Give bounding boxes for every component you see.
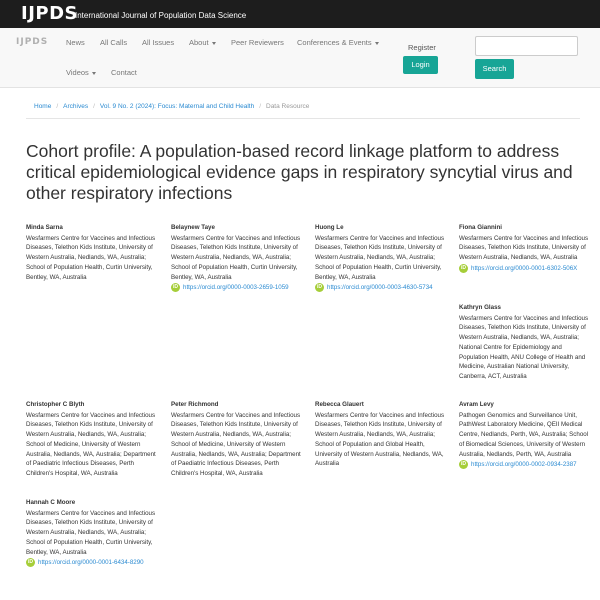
nav-all-calls[interactable]: All Calls	[100, 38, 127, 47]
breadcrumb-separator: /	[259, 103, 261, 110]
journal-name[interactable]: International Journal of Population Data…	[75, 11, 246, 20]
nav-about[interactable]: About	[189, 38, 216, 47]
author-name: Kathryn Glass	[459, 304, 501, 311]
orcid-url: https://orcid.org/0000-0001-6434-8290	[38, 559, 144, 567]
author-affiliation: Wesfarmers Centre for Vaccines and Infec…	[171, 234, 301, 281]
nav-all-issues[interactable]: All Issues	[142, 38, 174, 47]
nav-peer-reviewers[interactable]: Peer Reviewers	[231, 38, 284, 47]
breadcrumb-home[interactable]: Home	[34, 103, 51, 110]
author-card: Christopher C Blyth Wesfarmers Centre fo…	[26, 400, 158, 479]
nav-videos-label: Videos	[66, 68, 89, 77]
author-affiliation: Wesfarmers Centre for Vaccines and Infec…	[26, 509, 156, 556]
orcid-icon: iD	[459, 460, 468, 470]
nav-news[interactable]: News	[66, 38, 85, 47]
author-card: Peter Richmond Wesfarmers Centre for Vac…	[171, 400, 303, 479]
orcid-url: https://orcid.org/0000-0003-4630-5734	[327, 284, 433, 292]
nav-videos[interactable]: Videos	[66, 68, 96, 77]
orcid-link[interactable]: iD https://orcid.org/0000-0003-4630-5734	[315, 283, 447, 293]
orcid-url: https://orcid.org/0000-0002-0934-2387	[471, 461, 577, 469]
login-button[interactable]: Login	[403, 56, 438, 74]
nav-contact[interactable]: Contact	[111, 68, 137, 77]
author-name: Avram Levy	[459, 401, 494, 408]
orcid-icon: iD	[459, 263, 468, 273]
author-card: Kathryn Glass Wesfarmers Centre for Vacc…	[459, 303, 591, 382]
author-affiliation: Pathogen Genomics and Surveillance Unit,…	[459, 411, 589, 458]
orcid-url: https://orcid.org/0000-0001-6302-506X	[471, 264, 578, 272]
breadcrumb-archives[interactable]: Archives	[63, 103, 88, 110]
author-card: Minda Sarna Wesfarmers Centre for Vaccin…	[26, 223, 158, 282]
caret-down-icon	[211, 41, 216, 45]
nav-conferences-label: Conferences & Events	[297, 38, 372, 47]
nav-conferences-events[interactable]: Conferences & Events	[297, 38, 379, 47]
author-affiliation: Wesfarmers Centre for Vaccines and Infec…	[26, 234, 156, 281]
caret-down-icon	[91, 71, 96, 75]
author-card: Belaynew Taye Wesfarmers Centre for Vacc…	[171, 223, 303, 293]
author-card: Hannah C Moore Wesfarmers Centre for Vac…	[26, 498, 158, 568]
author-name: Fiona Giannini	[459, 224, 502, 231]
main-nav: IJPDS News All Calls All Issues About Pe…	[0, 28, 600, 88]
breadcrumb-separator: /	[56, 103, 59, 110]
author-affiliation: Wesfarmers Centre for Vaccines and Infec…	[315, 234, 445, 281]
author-affiliation: Wesfarmers Centre for Vaccines and Infec…	[459, 234, 589, 262]
orcid-link[interactable]: iD https://orcid.org/0000-0001-6302-506X	[459, 263, 591, 274]
author-card: Huong Le Wesfarmers Centre for Vaccines …	[315, 223, 447, 293]
author-affiliation: Wesfarmers Centre for Vaccines and Infec…	[171, 411, 301, 477]
author-name: Hannah C Moore	[26, 499, 76, 506]
author-affiliation: Wesfarmers Centre for Vaccines and Infec…	[315, 411, 445, 468]
breadcrumb-current: Data Resource	[266, 103, 310, 110]
nav-logo[interactable]: IJPDS	[16, 37, 48, 47]
site-header: IJPDS International Journal of Populatio…	[0, 0, 600, 28]
author-card: Rebecca Glauert Wesfarmers Centre for Va…	[315, 400, 447, 469]
divider	[26, 118, 580, 119]
orcid-link[interactable]: iD https://orcid.org/0000-0003-2659-1059	[171, 283, 303, 293]
author-name: Huong Le	[315, 224, 344, 231]
orcid-link[interactable]: iD https://orcid.org/0000-0002-0934-2387	[459, 460, 591, 470]
author-name: Christopher C Blyth	[26, 401, 85, 408]
breadcrumb: Home / Archives / Vol. 9 No. 2 (2024): Focus…	[34, 103, 309, 110]
orcid-icon: iD	[315, 283, 324, 293]
site-brand[interactable]: IJPDS	[21, 3, 78, 24]
author-affiliation: Wesfarmers Centre for Vaccines and Infec…	[26, 411, 156, 477]
author-card: Fiona Giannini Wesfarmers Centre for Vac…	[459, 223, 591, 274]
register-link[interactable]: Register	[408, 43, 436, 52]
author-name: Minda Sarna	[26, 224, 63, 231]
caret-down-icon	[374, 41, 379, 45]
author-name: Belaynew Taye	[171, 224, 215, 231]
search-button[interactable]: Search	[475, 59, 514, 79]
orcid-url: https://orcid.org/0000-0003-2659-1059	[183, 284, 289, 292]
orcid-icon: iD	[26, 558, 35, 568]
breadcrumb-separator: /	[93, 103, 95, 110]
page-title: Cohort profile: A population-based recor…	[26, 141, 573, 203]
author-affiliation: Wesfarmers Centre for Vaccines and Infec…	[459, 314, 589, 380]
search-input[interactable]	[475, 36, 578, 56]
orcid-icon: iD	[171, 283, 180, 293]
breadcrumb-issue[interactable]: Vol. 9 No. 2 (2024): Focus: Maternal and…	[100, 103, 254, 110]
orcid-link[interactable]: iD https://orcid.org/0000-0001-6434-8290	[26, 558, 158, 568]
author-card: Avram Levy Pathogen Genomics and Surveil…	[459, 400, 591, 470]
nav-about-label: About	[189, 38, 209, 47]
author-name: Peter Richmond	[171, 401, 219, 408]
author-name: Rebecca Glauert	[315, 401, 364, 408]
